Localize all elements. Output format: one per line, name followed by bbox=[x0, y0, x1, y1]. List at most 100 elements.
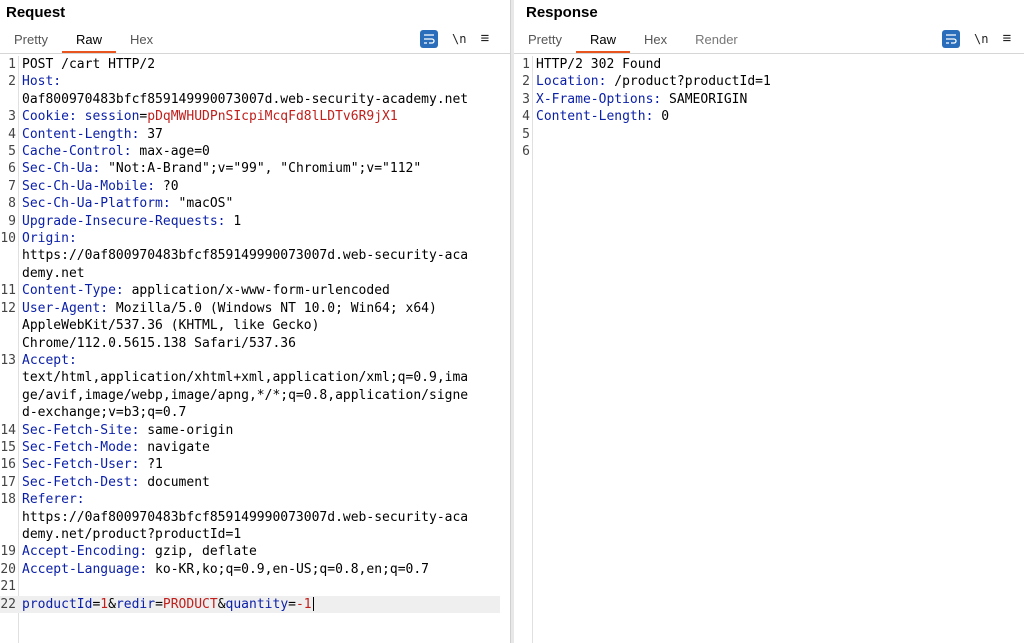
text-segment: "Not:A-Brand";v="99", "Chromium";v="112" bbox=[100, 161, 422, 177]
line-text: Accept-Language: ko-KR,ko;q=0.9,en-US;q=… bbox=[22, 561, 500, 578]
value-segment: productId bbox=[22, 596, 93, 612]
line-number: 6 bbox=[522, 144, 530, 160]
header-name: X-Frame-Options: bbox=[536, 91, 662, 107]
response-title: Response bbox=[526, 4, 598, 21]
text-caret bbox=[312, 597, 314, 612]
text-segment: & bbox=[108, 596, 116, 612]
code-line-wrap: Chrome/112.0.5615.138 Safari/537.36 bbox=[0, 335, 500, 352]
code-line-wrap: demy.net/product?productId=1 bbox=[0, 526, 500, 543]
code-line: 10 Origin: bbox=[0, 230, 500, 247]
tab-pretty[interactable]: Pretty bbox=[514, 30, 576, 50]
line-number: 4 bbox=[8, 126, 16, 142]
header-name: User-Agent: bbox=[22, 300, 109, 316]
line-text: Sec-Fetch-User: ?1 bbox=[22, 456, 500, 473]
line-text: User-Agent: Mozilla/5.0 (Windows NT 10.0… bbox=[22, 300, 500, 317]
code-line: 20 Accept-Language: ko-KR,ko;q=0.9,en-US;… bbox=[0, 561, 500, 578]
tab-hex[interactable]: Hex bbox=[116, 30, 167, 50]
line-text: Content-Length: 37 bbox=[22, 126, 500, 143]
code-line: 3 X-Frame-Options: SAMEORIGIN bbox=[514, 91, 1014, 108]
tab-pretty[interactable]: Pretty bbox=[0, 30, 62, 50]
menu-icon[interactable]: ≡ bbox=[480, 30, 489, 48]
text-segment: same-origin bbox=[139, 422, 234, 438]
code-line: 1 HTTP/2 302 Found bbox=[514, 56, 1014, 73]
line-number: 3 bbox=[8, 109, 16, 125]
text-segment: document bbox=[139, 474, 210, 490]
header-name: Cache-Control: bbox=[22, 144, 132, 160]
code-line: 21 bbox=[0, 578, 500, 595]
text-segment: = bbox=[155, 596, 163, 612]
code-line: 3 Cookie: session=pDqMWHUDPnSIcpiMcqFd8lL… bbox=[0, 108, 500, 125]
code-line-wrap: ge/avif,image/webp,image/apng,*/*;q=0.8,… bbox=[0, 387, 500, 404]
text-segment: POST /cart HTTP/2 bbox=[22, 57, 156, 72]
response-tab-divider bbox=[514, 53, 1024, 54]
show-newlines-button[interactable]: \n bbox=[452, 32, 466, 46]
header-name: Sec-Fetch-User: bbox=[22, 457, 140, 473]
code-line: 6 Sec-Ch-Ua: "Not:A-Brand";v="99", "Chrom… bbox=[0, 160, 500, 177]
request-tab-divider bbox=[0, 53, 510, 54]
code-line: 7 Sec-Ch-Ua-Mobile: ?0 bbox=[0, 178, 500, 195]
line-text: Content-Type: application/x-www-form-url… bbox=[22, 282, 500, 299]
wrapped-text: ge/avif,image/webp,image/apng,*/*;q=0.8,… bbox=[22, 387, 469, 403]
header-name: Referer: bbox=[22, 492, 85, 508]
request-tabs: Pretty Raw Hex bbox=[0, 30, 167, 53]
request-editor[interactable]: 1 POST /cart HTTP/2 2 Host: 0af800970483bfcf… bbox=[0, 56, 510, 643]
line-number: 17 bbox=[0, 474, 16, 490]
menu-icon[interactable]: ≡ bbox=[1002, 30, 1011, 48]
tab-raw[interactable]: Raw bbox=[61, 30, 116, 53]
tab-render[interactable]: Render bbox=[681, 30, 752, 50]
text-segment: SAMEORIGIN bbox=[661, 91, 748, 107]
line-number: 12 bbox=[0, 300, 16, 316]
line-number: 2 bbox=[522, 74, 530, 90]
wrapped-text: 0af800970483bfcf859149990073007d.web-sec… bbox=[22, 91, 469, 107]
line-number: 5 bbox=[8, 144, 16, 160]
header-name: Location: bbox=[536, 74, 607, 90]
wrapped-text: https://0af800970483bfcf859149990073007d… bbox=[22, 509, 469, 525]
header-name: Sec-Fetch-Mode: bbox=[22, 439, 140, 455]
text-segment bbox=[77, 109, 85, 124]
line-text: Location: /product?productId=1 bbox=[536, 73, 1014, 90]
header-name: Sec-Fetch-Site: bbox=[22, 422, 140, 438]
code-line-wrap: https://0af800970483bfcf859149990073007d… bbox=[0, 509, 500, 526]
line-number: 3 bbox=[522, 91, 530, 107]
header-name: Content-Length: bbox=[22, 126, 140, 142]
line-text: Accept: bbox=[22, 352, 500, 369]
code-line: 18 Referer: bbox=[0, 491, 500, 508]
text-segment: 1 bbox=[225, 213, 242, 229]
line-text: Content-Length: 0 bbox=[536, 108, 1014, 125]
line-number: 15 bbox=[0, 439, 16, 455]
line-text: X-Frame-Options: SAMEORIGIN bbox=[536, 91, 1014, 108]
line-number: 10 bbox=[0, 231, 16, 247]
value-segment: pDqMWHUDPnSIcpiMcqFd8lLDTv6R9jX1 bbox=[147, 109, 398, 125]
response-toolbar: \n ≡ bbox=[942, 30, 1011, 48]
tab-raw[interactable]: Raw bbox=[575, 30, 630, 53]
line-text: Upgrade-Insecure-Requests: 1 bbox=[22, 213, 500, 230]
value-segment: -1 bbox=[295, 596, 312, 612]
response-editor[interactable]: 1 HTTP/2 302 Found 2 Location: /product?pro… bbox=[514, 56, 1024, 643]
line-number: 20 bbox=[0, 561, 16, 577]
header-name: session bbox=[84, 109, 140, 125]
code-line: 15 Sec-Fetch-Mode: navigate bbox=[0, 439, 500, 456]
line-text: Sec-Ch-Ua: "Not:A-Brand";v="99", "Chromi… bbox=[22, 160, 500, 177]
line-number: 16 bbox=[0, 457, 16, 473]
line-number: 4 bbox=[522, 109, 530, 125]
wrapped-text: demy.net/product?productId=1 bbox=[22, 526, 242, 542]
wrap-lines-icon[interactable] bbox=[420, 30, 438, 48]
tab-hex[interactable]: Hex bbox=[630, 30, 681, 50]
code-line: 19 Accept-Encoding: gzip, deflate bbox=[0, 543, 500, 560]
show-newlines-button[interactable]: \n bbox=[974, 32, 988, 46]
request-title: Request bbox=[6, 4, 66, 21]
line-number: 18 bbox=[0, 492, 16, 508]
value-segment: 1 bbox=[100, 596, 109, 612]
wrap-lines-icon[interactable] bbox=[942, 30, 960, 48]
code-line-wrap: text/html,application/xhtml+xml,applicat… bbox=[0, 369, 500, 386]
header-name: Accept: bbox=[22, 352, 77, 368]
text-segment: Mozilla/5.0 (Windows NT 10.0; Win64; x64… bbox=[108, 300, 437, 316]
code-line: 4 Content-Length: 0 bbox=[514, 108, 1014, 125]
line-number: 2 bbox=[8, 74, 16, 90]
line-text: Accept-Encoding: gzip, deflate bbox=[22, 543, 500, 560]
code-line: 16 Sec-Fetch-User: ?1 bbox=[0, 456, 500, 473]
code-line: 9 Upgrade-Insecure-Requests: 1 bbox=[0, 213, 500, 230]
wrapped-text: text/html,application/xhtml+xml,applicat… bbox=[22, 370, 469, 386]
header-name: Sec-Ch-Ua-Platform: bbox=[22, 196, 171, 212]
code-line: 1 POST /cart HTTP/2 bbox=[0, 56, 500, 73]
